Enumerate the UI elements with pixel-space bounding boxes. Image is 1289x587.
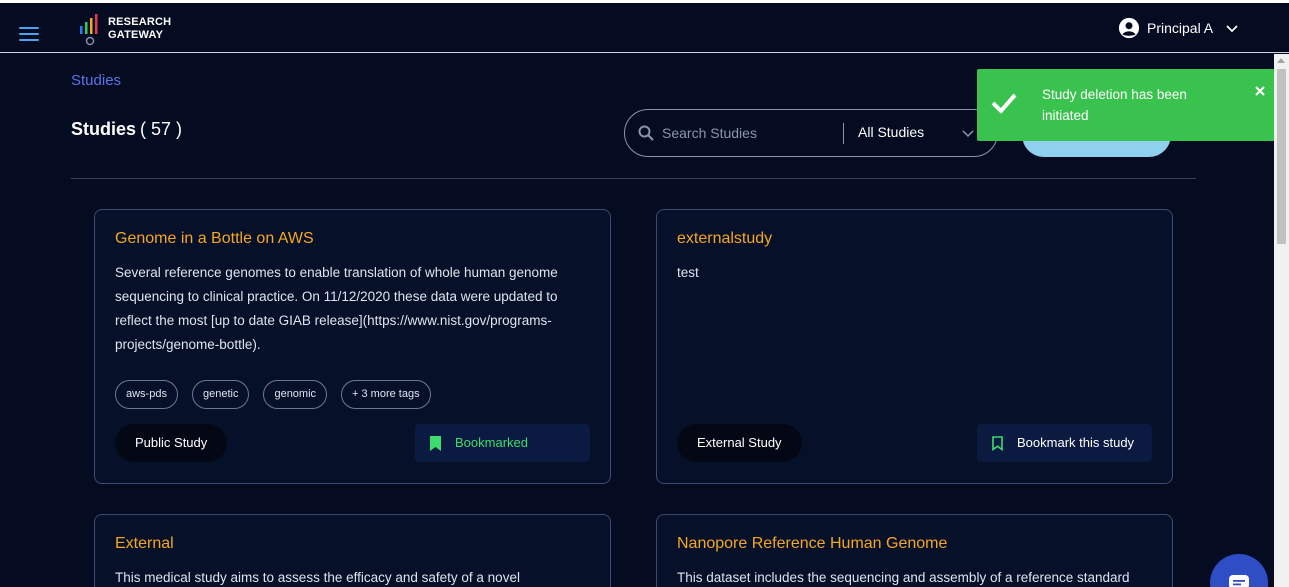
research-gateway-logo[interactable]: RESEARCH GATEWAY (79, 12, 179, 48)
study-card[interactable]: externalstudy test External Study Bookma… (656, 209, 1173, 484)
toast-message: Study deletion has been initiated (1042, 87, 1187, 123)
study-title[interactable]: Genome in a Bottle on AWS (115, 230, 314, 248)
chat-bubble-icon (1229, 575, 1249, 587)
logo-text-line2: GATEWAY (108, 29, 164, 41)
breadcrumb[interactable]: Studies (71, 72, 121, 89)
search-icon (638, 125, 654, 141)
bookmarked-button[interactable]: Bookmarked (415, 424, 590, 462)
app-header: RESEARCH GATEWAY Principal A (0, 3, 1289, 53)
check-icon (991, 93, 1017, 114)
chat-button[interactable] (1210, 554, 1268, 587)
search-bar: All Studies (624, 109, 998, 157)
study-card[interactable]: External This medical study aims to asse… (94, 514, 611, 587)
scroll-up-arrow-icon[interactable] (1277, 58, 1285, 63)
study-description: This medical study aims to assess the ef… (115, 570, 520, 585)
search-divider (843, 123, 844, 144)
user-name: Principal A (1147, 20, 1214, 36)
logo-text-line1: RESEARCH (108, 16, 172, 28)
chevron-down-icon[interactable] (962, 127, 974, 139)
page-title: Studies( 57 ) (71, 119, 182, 140)
header-divider (71, 178, 1196, 179)
tag-chip[interactable]: genomic (263, 380, 328, 409)
study-description: This dataset includes the sequencing and… (677, 570, 1130, 585)
logo-mark-icon (80, 14, 98, 46)
scrollbar[interactable] (1274, 54, 1289, 587)
bookmark-this-study-button[interactable]: Bookmark this study (977, 424, 1152, 462)
success-toast: Study deletion has been initiated (977, 69, 1277, 141)
study-title[interactable]: externalstudy (677, 230, 772, 248)
bookmark-filled-icon (430, 436, 441, 451)
study-description: Several reference genomes to enable tran… (115, 265, 558, 352)
study-filter-select[interactable]: All Studies (858, 124, 924, 140)
page-title-text: Studies (71, 119, 137, 139)
search-input[interactable] (662, 120, 837, 146)
study-title[interactable]: External (115, 535, 174, 553)
studies-count: ( 57 ) (140, 119, 183, 139)
hamburger-menu-icon[interactable] (19, 27, 39, 41)
study-card[interactable]: Nanopore Reference Human Genome This dat… (656, 514, 1173, 587)
close-icon[interactable] (1254, 85, 1266, 97)
tag-chip[interactable]: genetic (191, 380, 250, 409)
user-menu[interactable]: Principal A (1118, 16, 1239, 40)
bookmark-label: Bookmarked (455, 435, 528, 450)
scrollbar-thumb[interactable] (1277, 69, 1286, 244)
study-tags: aws-pds genetic genomic + 3 more tags (115, 380, 431, 409)
study-type-badge: Public Study (115, 424, 228, 462)
bookmark-outline-icon (992, 436, 1003, 451)
bookmark-label: Bookmark this study (1017, 435, 1135, 450)
study-title[interactable]: Nanopore Reference Human Genome (677, 535, 947, 553)
study-type-badge: External Study (677, 424, 802, 462)
more-tags-chip[interactable]: + 3 more tags (341, 380, 431, 409)
chevron-down-icon[interactable] (1225, 21, 1239, 35)
study-description: test (677, 265, 699, 280)
account-circle-icon (1118, 17, 1140, 39)
study-card[interactable]: Genome in a Bottle on AWS Several refere… (94, 209, 611, 484)
tag-chip[interactable]: aws-pds (115, 380, 178, 409)
